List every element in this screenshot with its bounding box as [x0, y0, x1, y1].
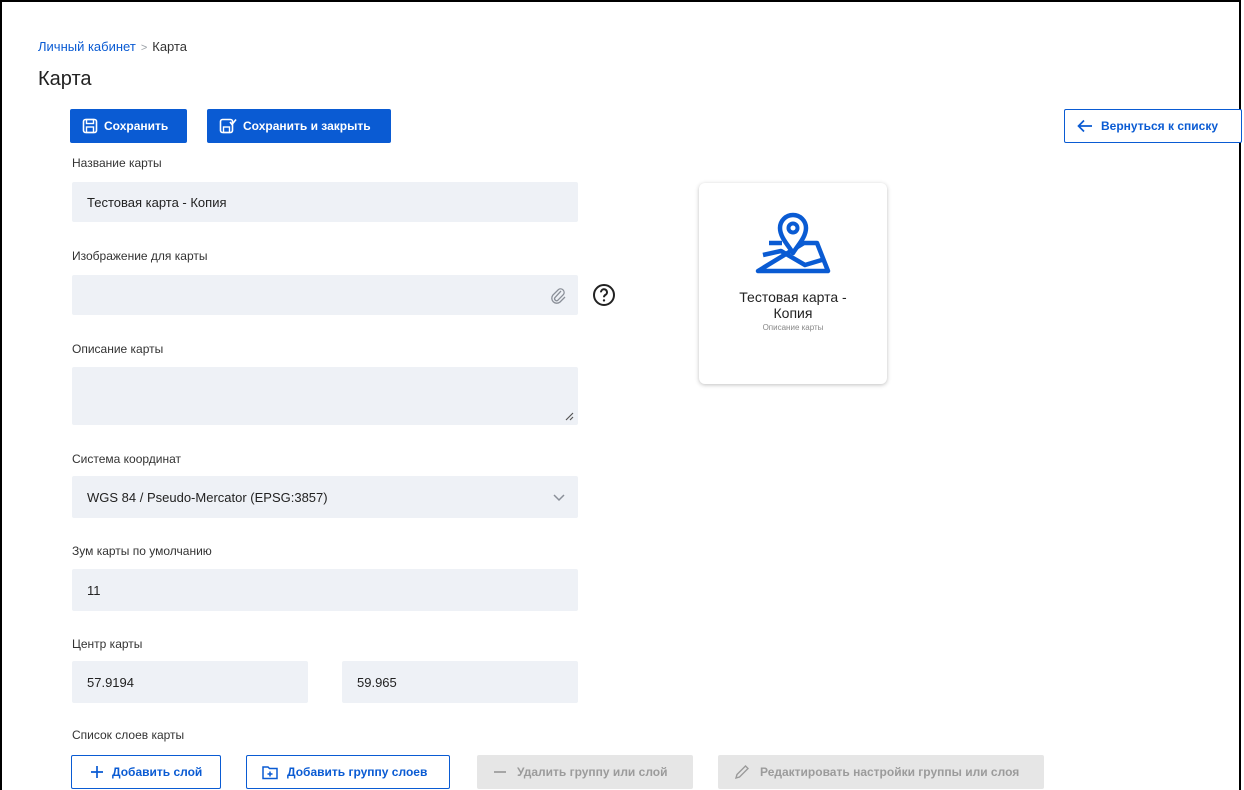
map-description-label: Описание карты — [72, 342, 164, 356]
edit-layer-settings-button[interactable]: Редактировать настройки группы или слоя — [718, 755, 1044, 789]
add-layer-label: Добавить слой — [112, 765, 203, 779]
save-icon — [82, 118, 98, 134]
map-center-label: Центр карты — [72, 637, 143, 651]
center-lat-value: 57.9194 — [87, 674, 134, 690]
page-frame: Личный кабинет > Карта Карта Сохранить Сох… — [0, 0, 1242, 790]
question-circle-icon[interactable] — [592, 283, 616, 307]
map-pin-icon — [755, 212, 831, 274]
preview-title: Тестовая карта - Копия — [739, 289, 847, 321]
save-and-close-label: Сохранить и закрыть — [243, 119, 371, 133]
delete-layer-button[interactable]: Удалить группу или слой — [477, 755, 693, 789]
edit-layer-settings-label: Редактировать настройки группы или слоя — [760, 765, 1020, 779]
zoom-value: 11 — [87, 582, 101, 598]
crs-value: WGS 84 / Pseudo-Mercator (EPSG:3857) — [87, 489, 328, 505]
arrow-left-icon — [1077, 119, 1092, 133]
save-and-close-button[interactable]: Сохранить и закрыть — [207, 109, 391, 143]
map-preview-card[interactable]: Тестовая карта - Копия Описание карты — [699, 183, 887, 384]
back-to-list-button[interactable]: Вернуться к списку — [1064, 109, 1242, 143]
zoom-input[interactable]: 11 — [72, 569, 578, 611]
breadcrumb-separator: > — [140, 42, 148, 54]
center-lon-input[interactable]: 59.965 — [342, 661, 578, 703]
chevron-down-icon — [553, 494, 565, 502]
map-name-input[interactable]: Тестовая карта - Копия — [72, 182, 578, 222]
pencil-icon — [734, 765, 749, 780]
crs-select[interactable]: WGS 84 / Pseudo-Mercator (EPSG:3857) — [72, 476, 578, 518]
add-layer-group-label: Добавить группу слоев — [287, 765, 428, 779]
map-description-textarea[interactable] — [72, 367, 578, 425]
breadcrumb-current: Карта — [152, 39, 188, 54]
minus-icon — [494, 771, 506, 773]
plus-icon — [91, 766, 103, 778]
center-lat-input[interactable]: 57.9194 — [72, 661, 308, 703]
map-image-label: Изображение для карты — [72, 249, 208, 263]
add-layer-button[interactable]: Добавить слой — [71, 755, 221, 789]
breadcrumb-home-link[interactable]: Личный кабинет — [38, 39, 136, 54]
page-title: Карта — [38, 68, 92, 90]
delete-layer-label: Удалить группу или слой — [517, 765, 668, 779]
save-button-label: Сохранить — [104, 119, 169, 133]
paperclip-icon[interactable] — [550, 286, 566, 304]
preview-description: Описание карты — [762, 323, 824, 332]
map-name-label: Название карты — [72, 156, 162, 170]
crs-label: Система координат — [72, 452, 182, 466]
resize-handle-icon[interactable] — [564, 411, 574, 421]
back-to-list-label: Вернуться к списку — [1101, 119, 1218, 133]
center-lon-value: 59.965 — [357, 674, 397, 690]
folder-plus-icon — [262, 765, 278, 779]
zoom-label: Зум карты по умолчанию — [72, 544, 212, 558]
layers-list-label: Список слоев карты — [72, 728, 185, 742]
add-layer-group-button[interactable]: Добавить группу слоев — [246, 755, 450, 789]
map-image-input[interactable] — [72, 275, 578, 315]
save-close-icon — [219, 118, 237, 134]
map-name-value: Тестовая карта - Копия — [87, 194, 227, 210]
save-button[interactable]: Сохранить — [70, 109, 187, 143]
breadcrumb: Личный кабинет > Карта — [38, 39, 187, 54]
